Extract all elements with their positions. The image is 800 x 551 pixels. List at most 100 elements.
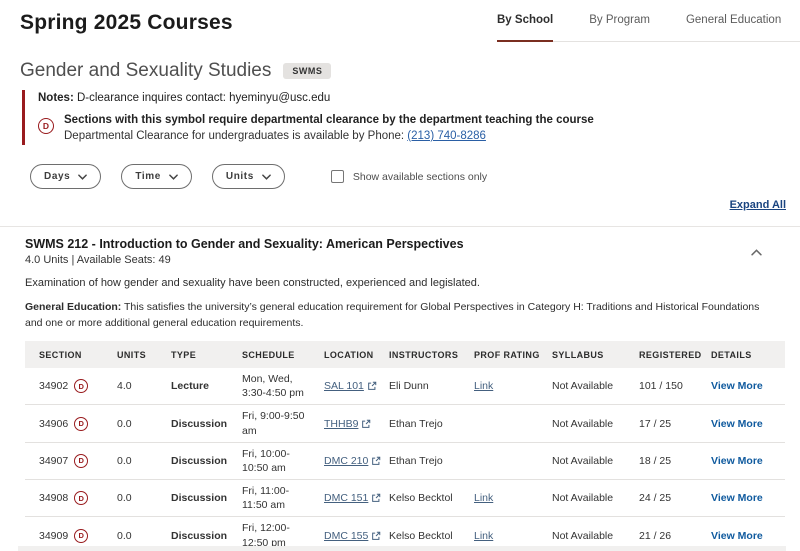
prof-rating-link[interactable]: Link xyxy=(474,492,493,504)
time-filter-dropdown[interactable]: Time xyxy=(121,164,192,189)
type-cell: Discussion xyxy=(157,414,228,434)
schedule-cell: Fri, 9:00-9:50 am xyxy=(228,405,310,441)
chevron-up-icon xyxy=(751,249,762,256)
table-row: 34907 D 0.0 Discussion Fri, 10:00-10:50 … xyxy=(25,443,785,480)
instructor-cell: Kelso Becktol xyxy=(375,526,460,546)
notes-line: Notes: D-clearance inquires contact: hye… xyxy=(38,92,762,104)
section-cell: 34902 D xyxy=(25,375,103,397)
location-link-text: DMC 155 xyxy=(324,530,368,542)
col-header-syllabus: SYLLABUS xyxy=(538,350,625,360)
section-cell: 34906 D xyxy=(25,413,103,435)
program-code-badge: SWMS xyxy=(283,63,331,79)
view-more-link[interactable]: View More xyxy=(711,455,763,467)
d-clearance-icon: D xyxy=(74,379,88,393)
clearance-sub-text: Departmental Clearance for undergraduate… xyxy=(64,130,594,142)
program-title: Gender and Sexuality Studies xyxy=(20,60,271,82)
gen-ed-text: This satisfies the university’s general … xyxy=(25,301,759,329)
registered-cell: 21 / 26 xyxy=(625,526,697,546)
col-header-section: SECTION xyxy=(25,350,103,360)
course-description: Examination of how gender and sexuality … xyxy=(25,277,480,289)
location-cell: SAL 101 xyxy=(310,376,375,396)
chevron-down-icon xyxy=(262,174,271,180)
prof-rating-cell: Link xyxy=(460,526,538,546)
location-link[interactable]: DMC 155 xyxy=(324,530,381,542)
col-header-units: UNITS xyxy=(103,350,157,360)
available-sections-checkbox[interactable] xyxy=(331,170,344,183)
units-filter-dropdown[interactable]: Units xyxy=(212,164,285,189)
registered-cell: 18 / 25 xyxy=(625,451,697,471)
next-section-edge xyxy=(18,546,786,551)
col-header-instructors: INSTRUCTORS xyxy=(375,350,460,360)
location-link[interactable]: SAL 101 xyxy=(324,380,377,392)
registered-cell: 101 / 150 xyxy=(625,376,697,396)
instructor-cell: Ethan Trejo xyxy=(375,414,460,434)
phone-link[interactable]: (213) 740-8286 xyxy=(407,130,486,142)
gen-ed-note: General Education: This satisfies the un… xyxy=(25,300,779,332)
syllabus-cell: Not Available xyxy=(538,451,625,471)
section-number: 34906 xyxy=(39,418,68,430)
table-row: 34906 D 0.0 Discussion Fri, 9:00-9:50 am… xyxy=(25,405,785,442)
tab-by-program[interactable]: By Program xyxy=(589,12,650,41)
d-clearance-icon: D xyxy=(74,491,88,505)
gen-ed-label: General Education: xyxy=(25,301,121,313)
section-cell: 34907 D xyxy=(25,450,103,472)
filters-bar: Days Time Units Show available sections … xyxy=(30,164,487,189)
details-cell: View More xyxy=(697,488,785,508)
days-filter-dropdown[interactable]: Days xyxy=(30,164,101,189)
chevron-down-icon xyxy=(78,174,87,180)
tabbar: By School By Program General Education xyxy=(497,12,800,42)
registered-cell: 17 / 25 xyxy=(625,414,697,434)
col-header-type: TYPE xyxy=(157,350,228,360)
tab-general-education[interactable]: General Education xyxy=(686,12,781,41)
location-link[interactable]: DMC 210 xyxy=(324,455,381,467)
section-cell: 34908 D xyxy=(25,487,103,509)
col-header-registered: REGISTERED xyxy=(625,350,697,360)
view-more-link[interactable]: View More xyxy=(711,418,763,430)
col-header-prof-rating: PROF RATING xyxy=(460,350,538,360)
available-sections-checkbox-wrap[interactable]: Show available sections only xyxy=(331,170,487,183)
prof-rating-link[interactable]: Link xyxy=(474,380,493,392)
location-cell: DMC 151 xyxy=(310,488,375,508)
section-number: 34908 xyxy=(39,492,68,504)
details-cell: View More xyxy=(697,414,785,434)
course-subtitle: 4.0 Units | Available Seats: 49 xyxy=(25,254,171,266)
details-cell: View More xyxy=(697,376,785,396)
prof-rating-cell xyxy=(460,420,538,428)
clearance-note: D Sections with this symbol require depa… xyxy=(38,114,762,142)
details-cell: View More xyxy=(697,451,785,471)
location-link-text: DMC 151 xyxy=(324,492,368,504)
col-header-schedule: SCHEDULE xyxy=(228,350,310,360)
notes-text: D-clearance inquires contact: hyeminyu@u… xyxy=(74,92,331,104)
location-cell: THHB9 xyxy=(310,414,375,434)
page-title: Spring 2025 Courses xyxy=(20,11,233,35)
instructor-cell: Kelso Becktol xyxy=(375,488,460,508)
page: Spring 2025 Courses By School By Program… xyxy=(0,0,800,551)
syllabus-cell: Not Available xyxy=(538,376,625,396)
section-number: 34902 xyxy=(39,380,68,392)
tab-by-school[interactable]: By School xyxy=(497,12,553,42)
instructor-cell: Eli Dunn xyxy=(375,376,460,396)
schedule-cell: Fri, 10:00-10:50 am xyxy=(228,443,310,479)
syllabus-cell: Not Available xyxy=(538,526,625,546)
syllabus-cell: Not Available xyxy=(538,488,625,508)
table-body: 34902 D 4.0 Lecture Mon, Wed, 3:30-4:50 … xyxy=(25,368,785,551)
view-more-link[interactable]: View More xyxy=(711,530,763,542)
sections-table: SECTION UNITS TYPE SCHEDULE LOCATION INS… xyxy=(25,341,785,551)
time-filter-label: Time xyxy=(135,171,161,182)
notes-label: Notes: xyxy=(38,92,74,104)
d-clearance-icon: D xyxy=(74,454,88,468)
units-cell: 0.0 xyxy=(103,488,157,508)
view-more-link[interactable]: View More xyxy=(711,492,763,504)
location-link[interactable]: DMC 151 xyxy=(324,492,381,504)
prof-rating-link[interactable]: Link xyxy=(474,530,493,542)
view-more-link[interactable]: View More xyxy=(711,380,763,392)
location-cell: DMC 155 xyxy=(310,526,375,546)
d-clearance-icon: D xyxy=(74,529,88,543)
location-link[interactable]: THHB9 xyxy=(324,418,371,430)
expand-all-link[interactable]: Expand All xyxy=(730,199,786,211)
collapse-course-button[interactable] xyxy=(751,243,762,261)
location-cell: DMC 210 xyxy=(310,451,375,471)
col-header-details: DETAILS xyxy=(697,350,785,360)
days-filter-label: Days xyxy=(44,171,70,182)
units-cell: 0.0 xyxy=(103,526,157,546)
